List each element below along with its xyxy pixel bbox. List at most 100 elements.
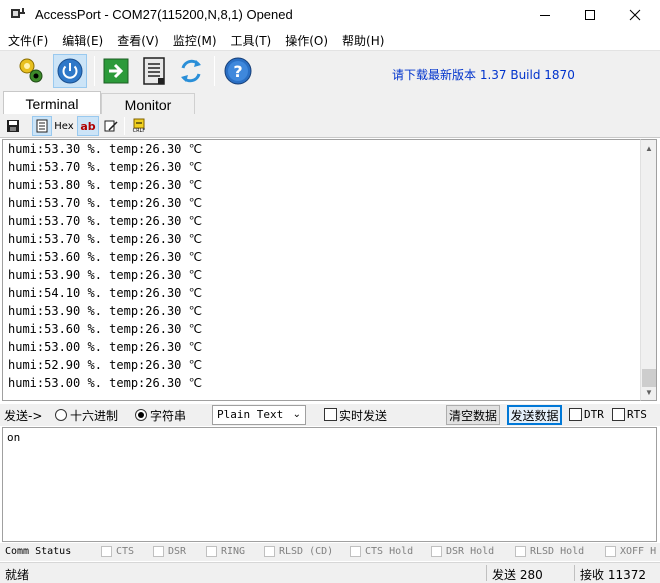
- terminal-line: humi:53.00 %. temp:26.30 ℃: [8, 376, 203, 390]
- refresh-icon: [181, 59, 201, 83]
- string-radio[interactable]: [135, 409, 147, 421]
- terminal-line: humi:53.70 %. temp:26.30 ℃: [8, 214, 203, 228]
- crlf-button[interactable]: CRLF: [128, 116, 150, 136]
- rts-label[interactable]: RTS: [627, 408, 647, 421]
- comm-status-label: Comm Status: [5, 546, 72, 557]
- dsr-hold-indicator: [431, 546, 442, 557]
- edit-button[interactable]: [101, 116, 121, 136]
- dsr-indicator: [153, 546, 164, 557]
- text-view-button[interactable]: [32, 116, 52, 136]
- realtime-send-checkbox[interactable]: [324, 408, 337, 421]
- cts-label: CTS: [116, 546, 135, 557]
- comm-status-bar: Comm Status CTS DSR RING RLSD (CD) CTS H…: [0, 543, 660, 561]
- menu-view[interactable]: 查看(V): [109, 30, 165, 50]
- rts-checkbox[interactable]: [612, 408, 625, 421]
- menu-bar: 文件(F) 编辑(E) 查看(V) 监控(M) 工具(T) 操作(O) 帮助(H…: [0, 30, 660, 50]
- clear-data-button[interactable]: 清空数据: [446, 405, 500, 425]
- ring-indicator: [206, 546, 217, 557]
- terminal-output[interactable]: humi:53.30 %. temp:26.30 ℃ humi:53.70 %.…: [2, 139, 640, 401]
- menu-operation[interactable]: 操作(O): [277, 30, 334, 50]
- log-icon: [143, 57, 165, 85]
- terminal-line: humi:53.70 %. temp:26.30 ℃: [8, 196, 203, 210]
- log-button[interactable]: [137, 54, 171, 88]
- rlsd-hold-label: RLSD Hold: [530, 546, 585, 557]
- terminal-line: humi:53.70 %. temp:26.30 ℃: [8, 160, 203, 174]
- string-radio-label[interactable]: 字符串: [150, 407, 186, 424]
- cts-hold-label: CTS Hold: [365, 546, 414, 557]
- scroll-down-icon[interactable]: ▼: [641, 384, 657, 401]
- status-sent-count: 发送 280: [492, 568, 543, 582]
- help-button[interactable]: ?: [221, 54, 255, 88]
- xoff-hold-label: XOFF H: [620, 546, 657, 557]
- terminal-line: humi:53.70 %. temp:26.30 ℃: [8, 232, 203, 246]
- ring-label: RING: [221, 546, 246, 557]
- maximize-icon: [585, 10, 595, 20]
- format-select-value: Plain Text: [217, 408, 284, 421]
- terminal-line: humi:53.60 %. temp:26.30 ℃: [8, 322, 203, 336]
- crlf-label: CRLF: [132, 128, 146, 134]
- dsr-hold-label: DSR Hold: [446, 546, 495, 557]
- main-toolbar: ? 请下载最新版本 1.37 Build 1870: [0, 50, 660, 90]
- status-bar: 就绪 发送 280 接收 11372: [0, 562, 660, 583]
- help-icon: ?: [224, 57, 252, 85]
- menu-file[interactable]: 文件(F): [0, 30, 54, 50]
- power-button[interactable]: [53, 54, 87, 88]
- power-icon: [57, 58, 83, 84]
- cts-hold-indicator: [350, 546, 361, 557]
- window-title: AccessPort - COM27(115200,N,8,1) Opened: [35, 7, 293, 22]
- chevron-down-icon: ⌄: [292, 409, 301, 420]
- dtr-checkbox[interactable]: [569, 408, 582, 421]
- status-received-count: 接收 11372: [580, 568, 646, 582]
- svg-text:?: ?: [233, 62, 242, 81]
- dtr-label[interactable]: DTR: [584, 408, 604, 421]
- update-link[interactable]: 请下载最新版本 1.37 Build 1870: [392, 66, 575, 83]
- send-input[interactable]: on: [2, 427, 657, 542]
- menu-help[interactable]: 帮助(H): [334, 30, 390, 50]
- send-input-value: on: [7, 431, 21, 444]
- terminal-line: humi:53.60 %. temp:26.30 ℃: [8, 250, 203, 264]
- rlsd-label: RLSD (CD): [279, 546, 334, 557]
- realtime-send-label[interactable]: 实时发送: [339, 407, 387, 424]
- xoff-hold-indicator: [605, 546, 616, 557]
- scroll-up-icon[interactable]: ▲: [641, 140, 657, 157]
- rlsd-hold-indicator: [515, 546, 526, 557]
- minimize-button[interactable]: [522, 0, 568, 30]
- open-port-icon: [19, 58, 43, 83]
- cts-indicator: [101, 546, 112, 557]
- edit-icon: [104, 120, 118, 132]
- tab-monitor[interactable]: Monitor: [101, 93, 195, 115]
- send-data-button[interactable]: 发送数据: [507, 405, 562, 425]
- text-view-icon: [36, 119, 48, 133]
- refresh-button[interactable]: [174, 54, 208, 88]
- rlsd-indicator: [264, 546, 275, 557]
- terminal-line: humi:53.30 %. temp:26.30 ℃: [8, 142, 203, 156]
- terminal-line: humi:54.10 %. temp:26.30 ℃: [8, 286, 203, 300]
- terminal-line: humi:53.90 %. temp:26.30 ℃: [8, 268, 203, 282]
- send-bar: 发送-> 十六进制 字符串 Plain Text ⌄ 实时发送 清空数据 发送数…: [0, 404, 660, 426]
- terminal-line: humi:53.80 %. temp:26.30 ℃: [8, 178, 203, 192]
- hex-radio-label[interactable]: 十六进制: [70, 407, 118, 424]
- ab-view-button[interactable]: ab: [77, 116, 99, 136]
- terminal-scrollbar[interactable]: ▲ ▼: [640, 139, 657, 401]
- save-icon: [7, 120, 19, 132]
- tab-terminal[interactable]: Terminal: [3, 91, 101, 115]
- hex-radio[interactable]: [55, 409, 67, 421]
- terminal-line: humi:53.00 %. temp:26.30 ℃: [8, 340, 203, 354]
- hex-view-button[interactable]: Hex: [54, 116, 74, 136]
- menu-monitor[interactable]: 监控(M): [165, 30, 223, 50]
- send-file-icon: [103, 58, 129, 84]
- open-port-button[interactable]: [14, 54, 48, 88]
- send-label: 发送->: [4, 409, 43, 423]
- maximize-button[interactable]: [567, 0, 613, 30]
- close-icon: [629, 9, 641, 21]
- terminal-toolbar: Hex ab CRLF: [0, 114, 660, 138]
- close-button[interactable]: [612, 0, 658, 30]
- menu-tools[interactable]: 工具(T): [223, 30, 278, 50]
- menu-edit[interactable]: 编辑(E): [54, 30, 109, 50]
- terminal-line: humi:53.90 %. temp:26.30 ℃: [8, 304, 203, 318]
- save-button[interactable]: [4, 116, 22, 136]
- status-ready: 就绪: [5, 568, 30, 582]
- send-file-button[interactable]: [99, 54, 133, 88]
- title-bar: AccessPort - COM27(115200,N,8,1) Opened: [0, 0, 660, 30]
- format-select[interactable]: Plain Text ⌄: [212, 405, 306, 425]
